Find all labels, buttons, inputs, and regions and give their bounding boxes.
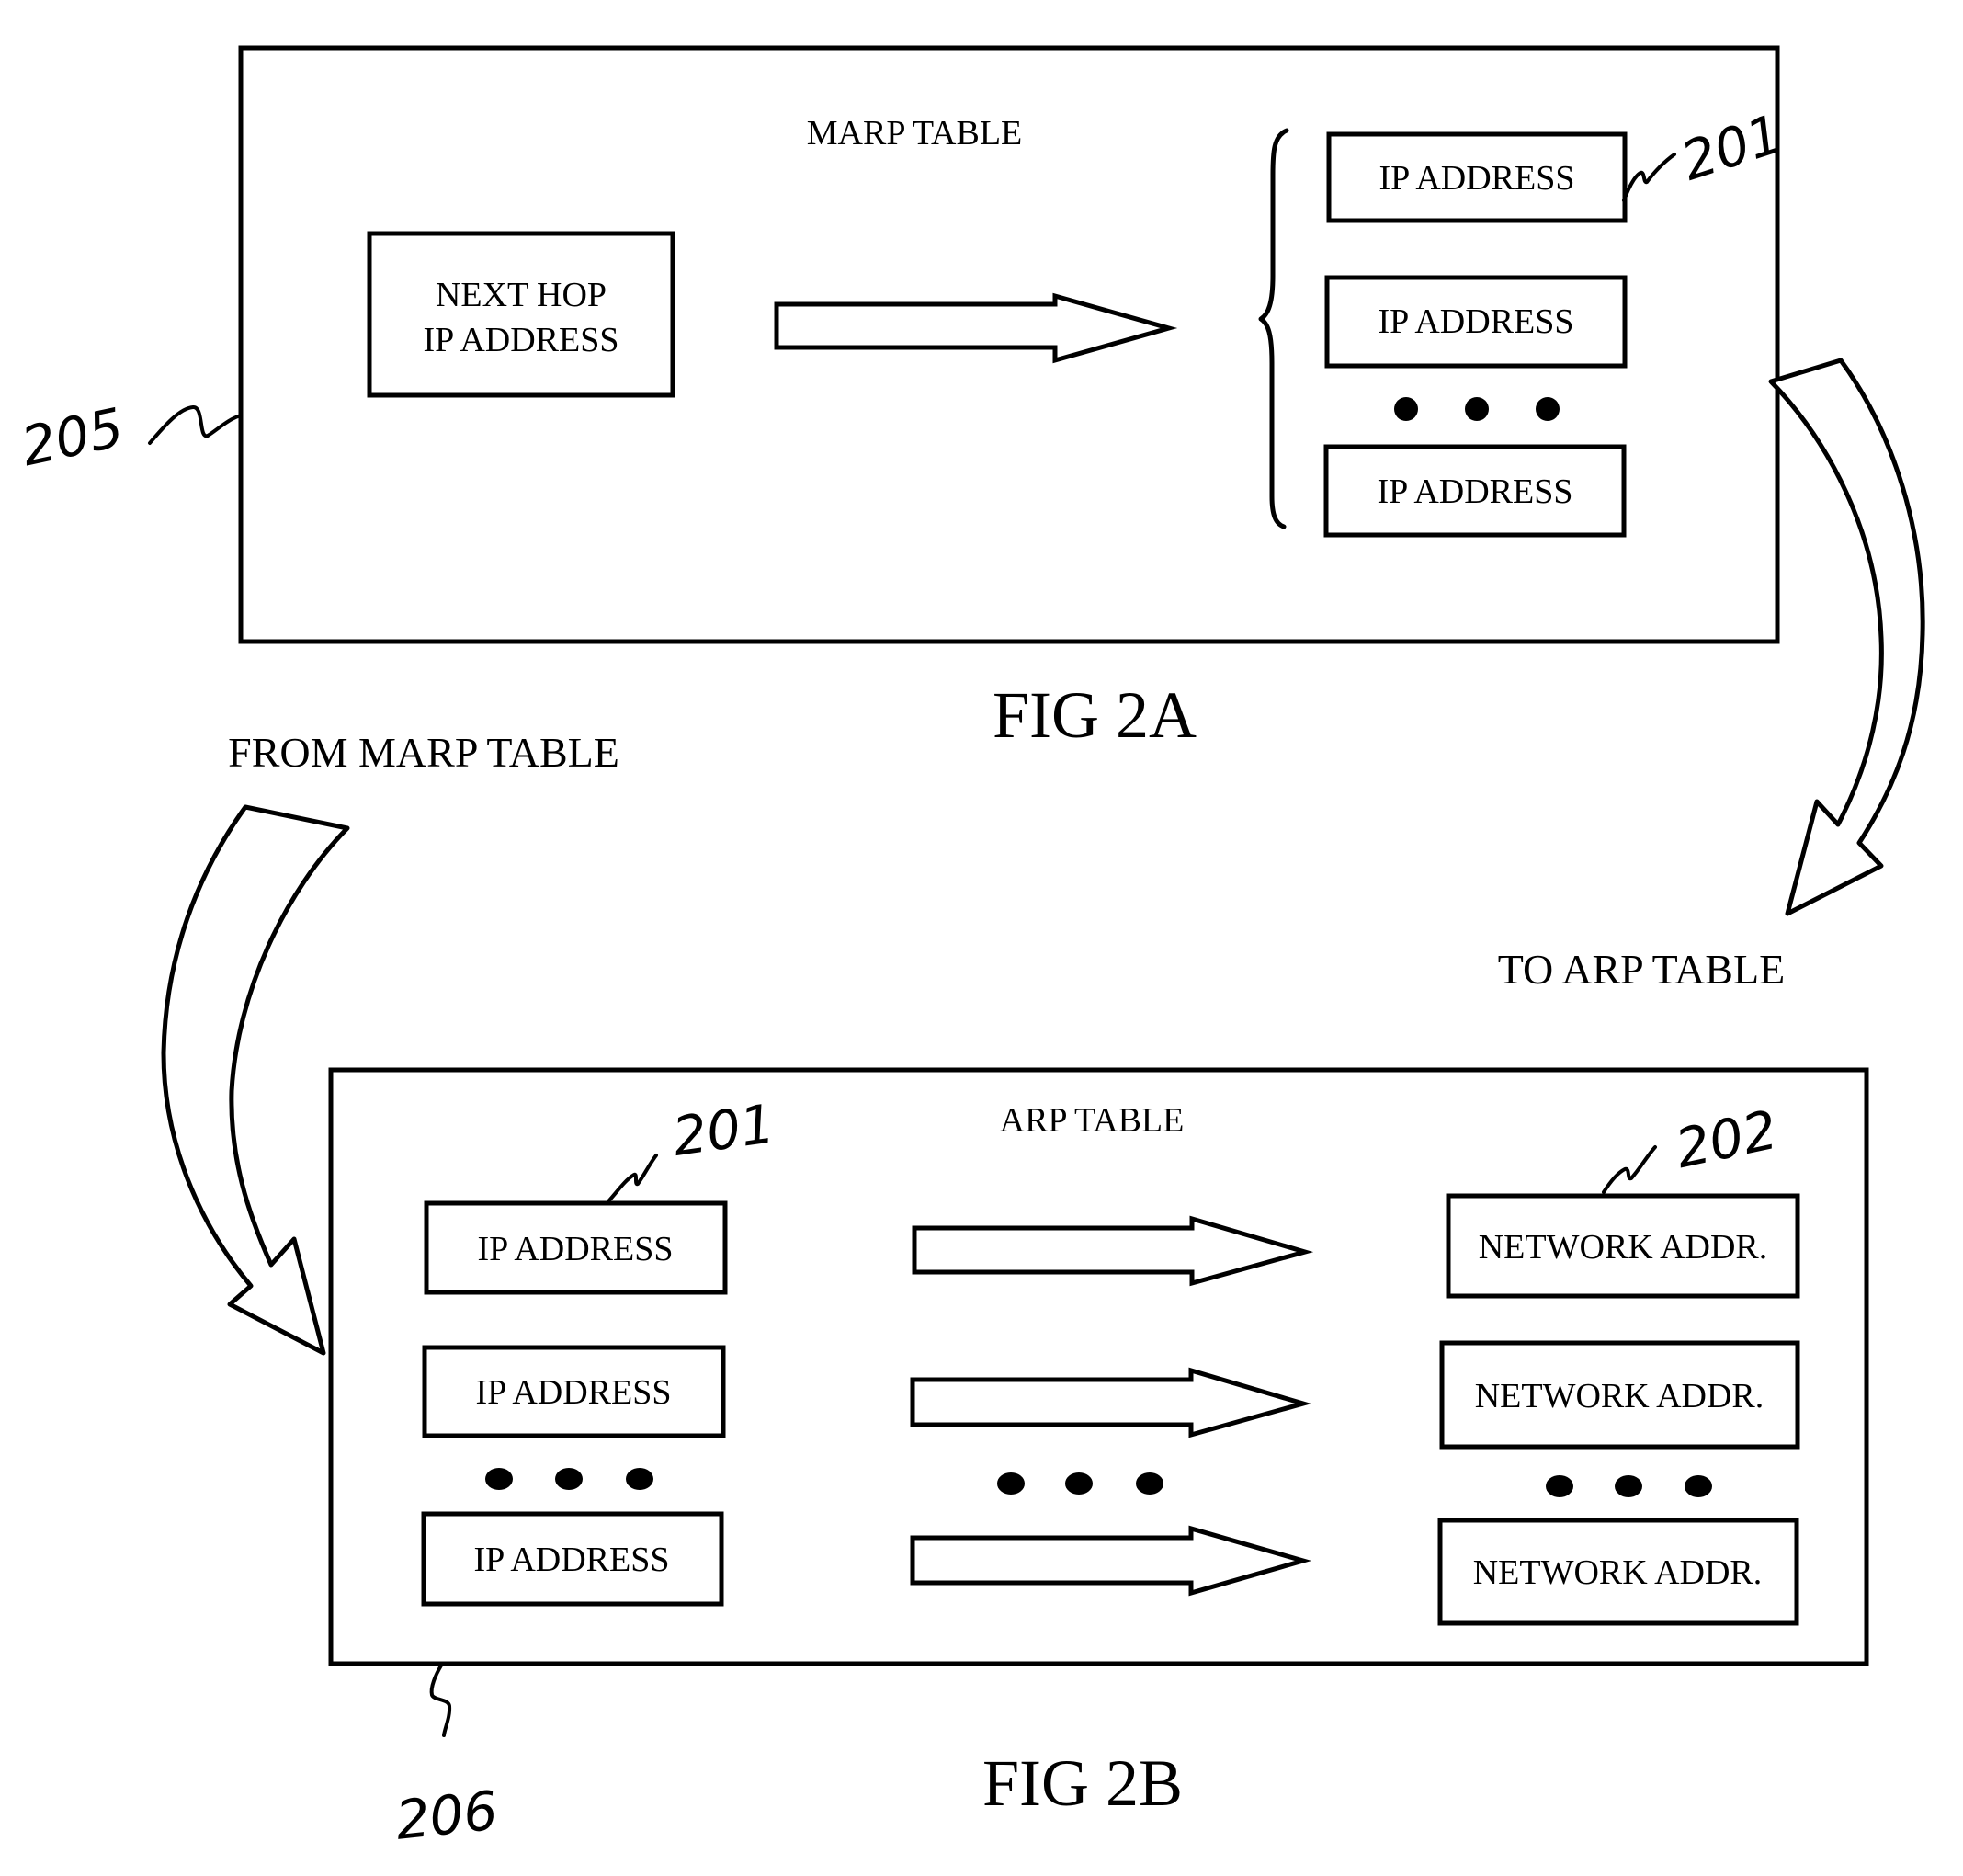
marp-ip-box: IP ADDRESS [1324, 275, 1628, 369]
ellipsis-dot [626, 1468, 653, 1490]
ref-201-leader-2b [607, 1154, 658, 1203]
ellipsis-dot [485, 1468, 513, 1490]
marp-ip-box-label: IP ADDRESS [1379, 159, 1575, 198]
ellipsis-dot [1546, 1475, 1573, 1497]
marp-ip-box: IP ADDRESS [1326, 131, 1628, 223]
ref-205-label: 205 [17, 396, 129, 479]
arp-ellipsis-row [485, 1468, 1712, 1497]
arp-right-arrow-icon [912, 1215, 1314, 1287]
ref-206-label: 206 [392, 1779, 500, 1852]
arp-network-label: NETWORK ADDR. [1475, 1377, 1764, 1416]
marp-ip-box-label: IP ADDRESS [1378, 472, 1573, 511]
arp-network-label: NETWORK ADDR. [1479, 1228, 1768, 1267]
arp-ip-label: IP ADDRESS [476, 1373, 672, 1412]
ellipsis-dot [1536, 397, 1560, 421]
ref-202-label: 202 [1670, 1098, 1782, 1181]
arp-table-title: ARP TABLE [1000, 1101, 1185, 1140]
fig-2b-caption: FIG 2B [982, 1746, 1183, 1820]
marp-ip-box-label: IP ADDRESS [1379, 302, 1574, 341]
arp-row: IP ADDRESS NETWORK ADDR. [421, 1511, 1799, 1626]
ellipsis-dot [1465, 397, 1489, 421]
next-hop-line1: NEXT HOP [436, 276, 607, 314]
arp-ip-label: IP ADDRESS [478, 1230, 674, 1268]
marp-table-figure: MARP TABLE NEXT HOP IP ADDRESS IP ADDRES… [17, 45, 1790, 644]
arp-right-arrow-icon [910, 1525, 1312, 1597]
marp-table-title: MARP TABLE [807, 114, 1023, 153]
to-arp-curved-arrow-icon [1768, 358, 1925, 916]
patent-figure-2: MARP TABLE NEXT HOP IP ADDRESS IP ADDRES… [17, 45, 1925, 1852]
ref-201-label-2a: 201 [1674, 102, 1790, 193]
ref-201-label-2b: 201 [669, 1092, 778, 1168]
ellipsis-dot [997, 1472, 1025, 1495]
arp-ip-label: IP ADDRESS [474, 1541, 670, 1579]
arp-right-arrow-icon [910, 1367, 1312, 1438]
from-marp-curved-arrow-icon [161, 804, 350, 1356]
arp-row: IP ADDRESS NETWORK ADDR. [424, 1193, 1800, 1299]
arp-table-figure: ARP TABLE IP ADDRESS NETWORK ADDR. IP AD… [328, 1067, 1869, 1852]
marp-right-arrow-icon [774, 292, 1178, 364]
arp-row: IP ADDRESS NETWORK ADDR. [422, 1340, 1800, 1450]
next-hop-box: NEXT HOP IP ADDRESS [367, 231, 675, 398]
ellipsis-dot [555, 1468, 583, 1490]
ellipsis-dot [1394, 397, 1418, 421]
ellipsis-dot [1685, 1475, 1712, 1497]
next-hop-box-rect [367, 231, 675, 398]
ellipsis-dot [1065, 1472, 1093, 1495]
ref-206-leader [429, 1664, 452, 1737]
fig-2a-caption: FIG 2A [993, 678, 1197, 752]
next-hop-line2: IP ADDRESS [424, 321, 619, 359]
ellipsis-dot [1136, 1472, 1163, 1495]
arp-network-label: NETWORK ADDR. [1473, 1553, 1763, 1592]
to-arp-table-label: TO ARP TABLE [1498, 946, 1785, 993]
ref-205-leader [148, 405, 243, 445]
ellipsis-dot [1615, 1475, 1642, 1497]
ref-202-leader [1602, 1145, 1657, 1194]
marp-ip-box: IP ADDRESS [1323, 444, 1627, 538]
curly-brace-icon [1258, 128, 1289, 529]
ref-201-leader [1622, 153, 1676, 202]
from-marp-table-label: FROM MARP TABLE [228, 729, 619, 776]
